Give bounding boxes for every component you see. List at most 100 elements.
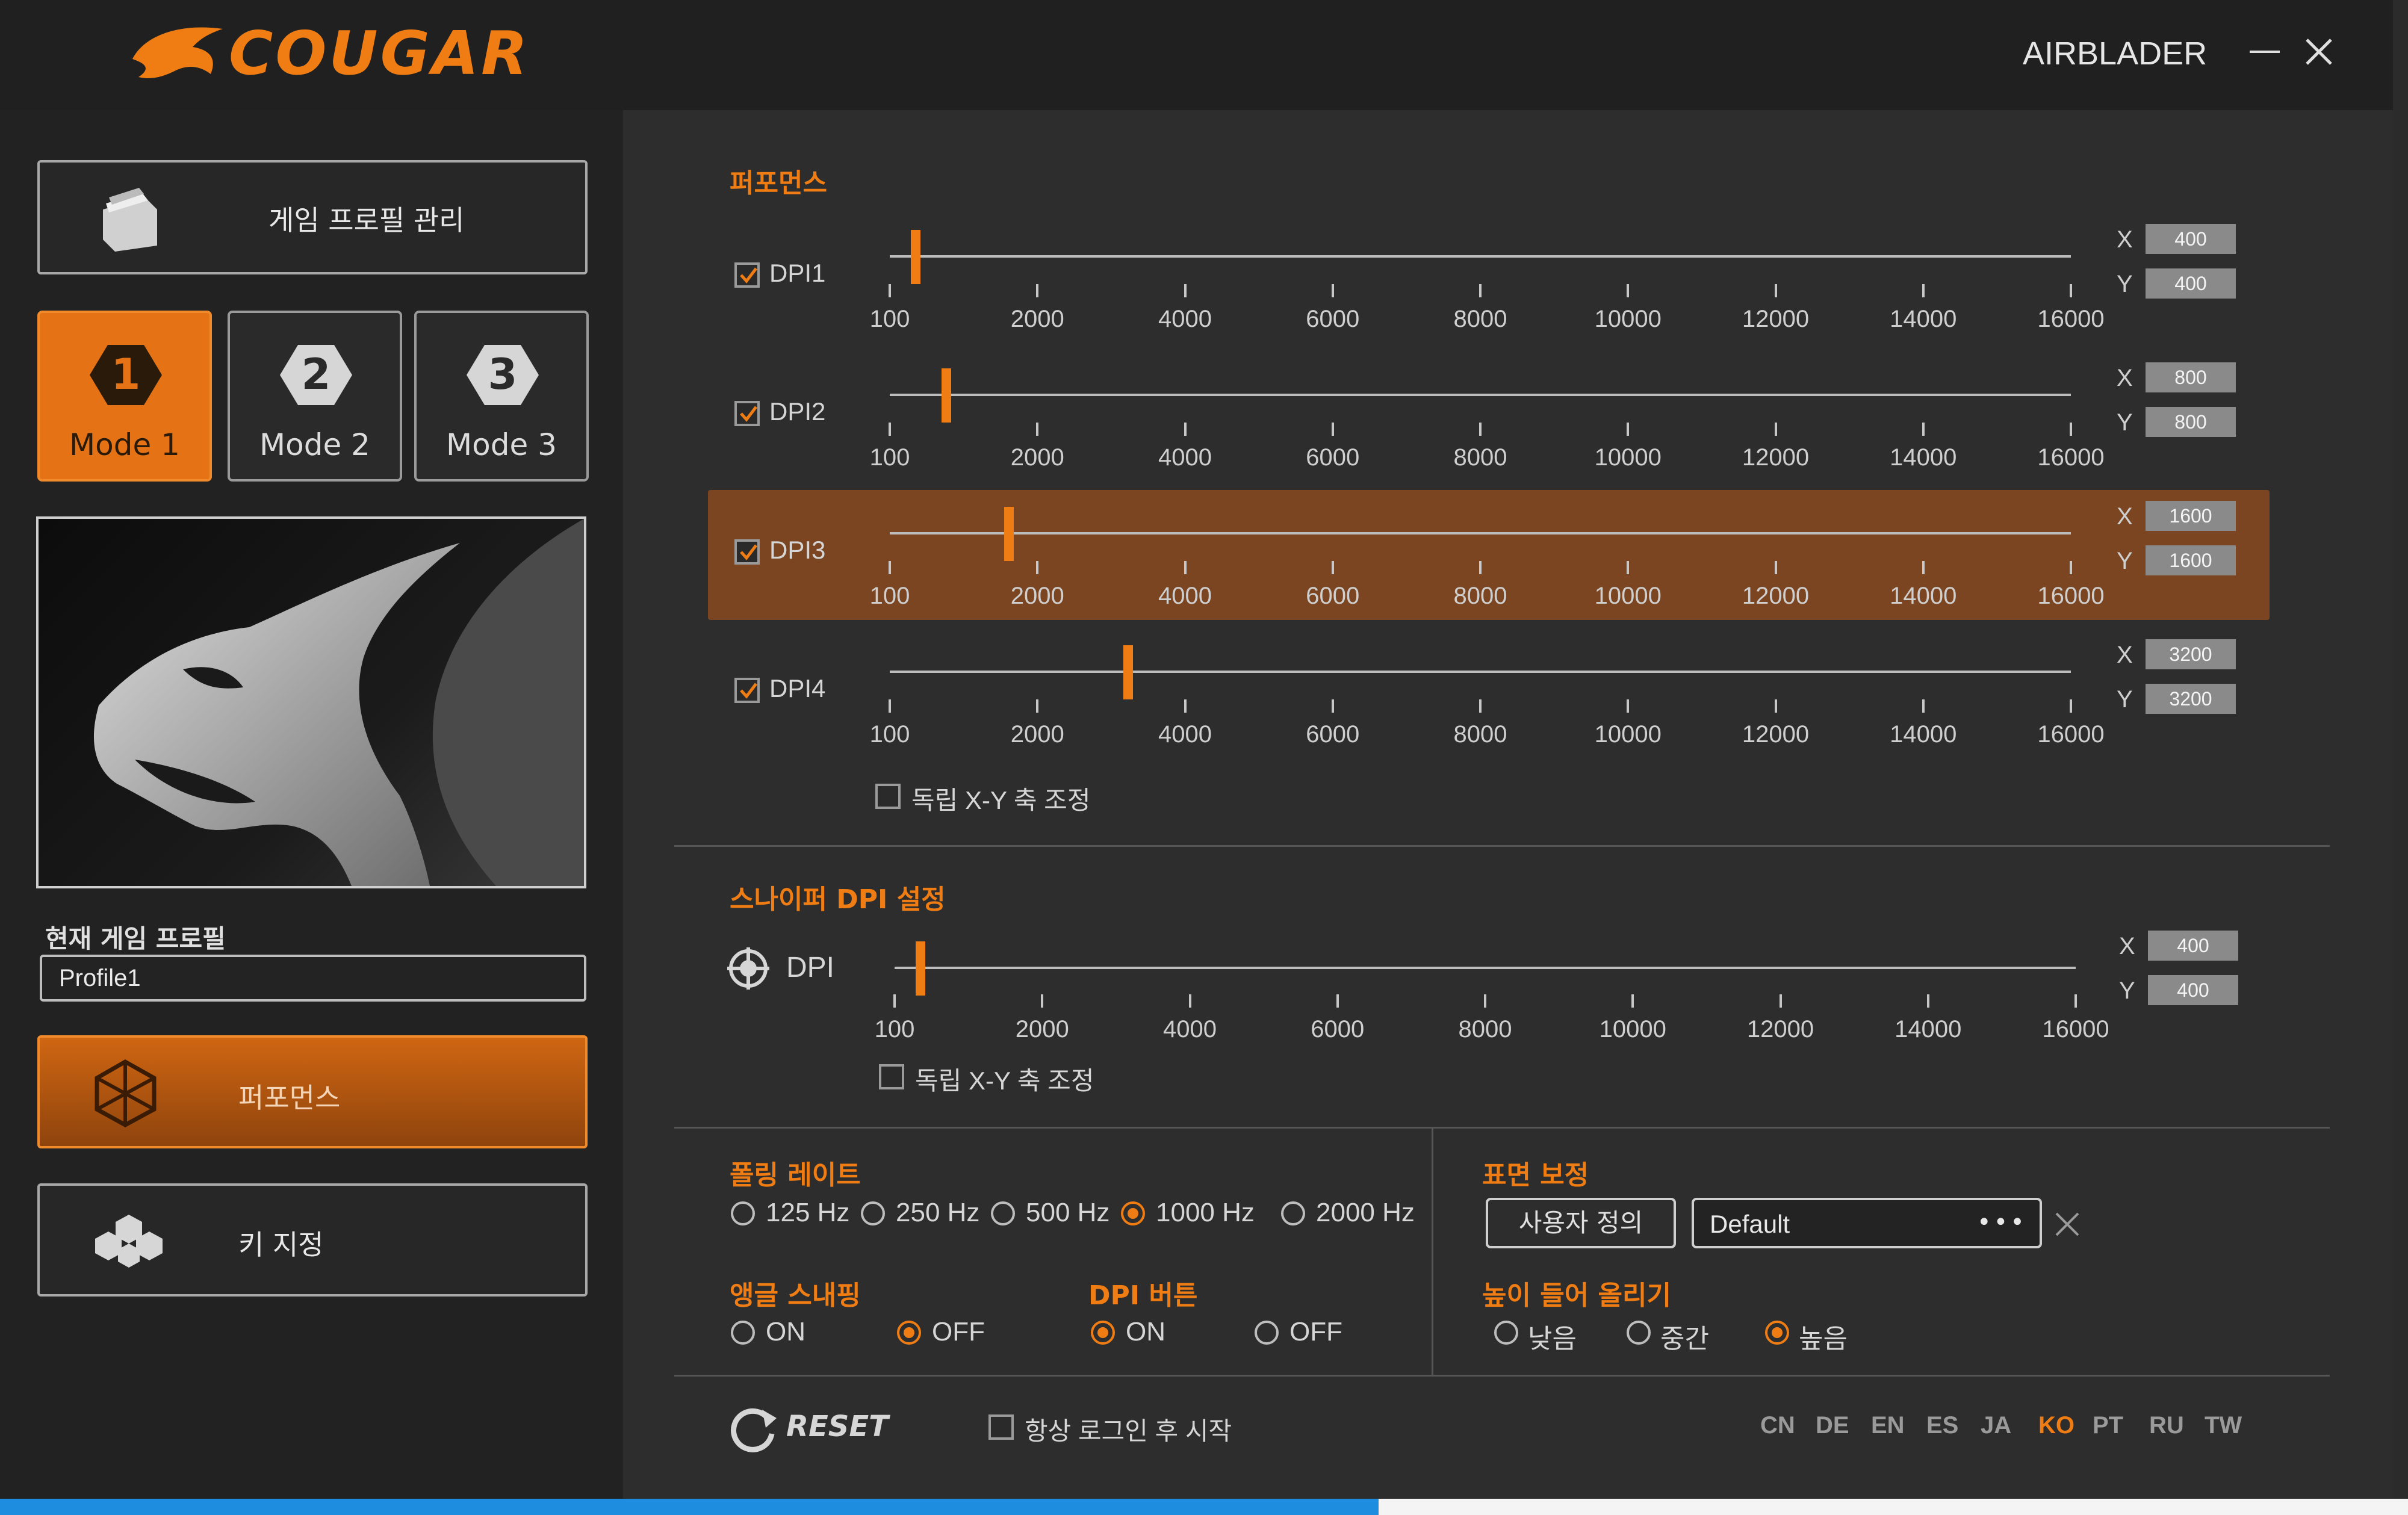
dpi3-slider-thumb[interactable] bbox=[1004, 507, 1014, 561]
dpi1-x-value[interactable]: 400 bbox=[2146, 224, 2236, 254]
profile-image bbox=[36, 516, 586, 888]
game-profile-manage-button[interactable]: 게임 프로필 관리 bbox=[37, 160, 588, 274]
surface-clear-icon[interactable] bbox=[2053, 1210, 2082, 1239]
sniper-track[interactable] bbox=[895, 967, 2076, 969]
dpi2-x-value[interactable]: 800 bbox=[2146, 362, 2236, 392]
dpi3-y-value[interactable]: 1600 bbox=[2146, 545, 2236, 575]
dpi2-tick-label: 4000 bbox=[1158, 444, 1212, 471]
sniper-y-value[interactable]: 400 bbox=[2148, 975, 2238, 1005]
dpi1-tick bbox=[1479, 284, 1482, 297]
dpi1-slider-thumb[interactable] bbox=[910, 230, 920, 284]
dpi2-tick-label: 10000 bbox=[1594, 444, 1662, 471]
dpi4-tick bbox=[1036, 699, 1039, 713]
dpi4-tick bbox=[1922, 699, 1925, 713]
cube-icon bbox=[95, 1059, 157, 1127]
performance-nav-label: 퍼포먼스 bbox=[238, 1082, 341, 1114]
dpi1-tick-label: 10000 bbox=[1594, 306, 1662, 332]
lang-pt[interactable]: PT bbox=[2093, 1412, 2123, 1439]
minimize-button[interactable] bbox=[2247, 34, 2283, 70]
lang-ko[interactable]: KO bbox=[2038, 1412, 2074, 1439]
sniper-tick-label: 6000 bbox=[1311, 1016, 1365, 1043]
sniper-slider-thumb[interactable] bbox=[915, 941, 925, 996]
dpi1-track[interactable] bbox=[890, 255, 2071, 258]
lang-cn[interactable]: CN bbox=[1760, 1412, 1795, 1439]
dpi-button-on-radio[interactable] bbox=[1091, 1321, 1115, 1345]
dpi3-track[interactable] bbox=[890, 532, 2071, 534]
dpi3-tick-label: 14000 bbox=[1890, 583, 1957, 609]
key-assign-nav-button[interactable]: 키 지정 bbox=[37, 1183, 588, 1297]
sniper-section-title: 스나이퍼 DPI 설정 bbox=[730, 884, 946, 915]
polling-label-3: 1000 Hz bbox=[1156, 1198, 1255, 1227]
sniper-tick bbox=[1631, 994, 1634, 1008]
sniper-tick-label: 12000 bbox=[1746, 1016, 1814, 1043]
reset-button[interactable]: RESET bbox=[786, 1410, 889, 1443]
mode-3-button[interactable]: 3 Mode 3 bbox=[414, 311, 589, 482]
lang-tw[interactable]: TW bbox=[2205, 1412, 2242, 1439]
polling-radio-4[interactable] bbox=[1281, 1201, 1305, 1225]
sniper-tick bbox=[893, 994, 896, 1008]
lang-de[interactable]: DE bbox=[1816, 1412, 1849, 1439]
minimize-icon bbox=[2250, 51, 2280, 53]
dpi2-tick bbox=[1922, 423, 1925, 436]
sniper-independent-xy-checkbox[interactable] bbox=[879, 1064, 904, 1089]
angle-snapping-on-radio[interactable] bbox=[731, 1321, 755, 1345]
dpi2-track[interactable] bbox=[890, 394, 2071, 396]
current-profile-input[interactable] bbox=[40, 955, 586, 1002]
close-button[interactable] bbox=[2301, 34, 2337, 70]
performance-nav-button[interactable]: 퍼포먼스 bbox=[37, 1035, 588, 1148]
custom-surface-button[interactable]: 사용자 정의 bbox=[1486, 1198, 1676, 1248]
dpi1-tick bbox=[1922, 284, 1925, 297]
polling-radio-3[interactable] bbox=[1121, 1201, 1145, 1225]
dpi1-y-value[interactable]: 400 bbox=[2146, 268, 2236, 299]
dpi3-x-value[interactable]: 1600 bbox=[2146, 501, 2236, 531]
dpi-button-title: DPI 버튼 bbox=[1088, 1280, 1198, 1311]
performance-section-title: 퍼포먼스 bbox=[730, 168, 827, 199]
dpi4-label: DPI4 bbox=[769, 674, 826, 702]
dpi2-tick-label: 8000 bbox=[1453, 444, 1507, 471]
dpi2-checkbox[interactable] bbox=[734, 401, 760, 426]
dpi2-tick bbox=[1774, 423, 1777, 436]
dpi3-tick bbox=[1922, 561, 1925, 574]
lift-off-radio-1[interactable] bbox=[1627, 1321, 1651, 1345]
dpi4-track[interactable] bbox=[890, 671, 2071, 673]
sniper-tick bbox=[1041, 994, 1044, 1008]
lang-ja[interactable]: JA bbox=[1981, 1412, 2011, 1439]
svg-text:3: 3 bbox=[488, 350, 518, 399]
key-assign-nav-label: 키 지정 bbox=[238, 1228, 324, 1261]
dpi2-slider-thumb[interactable] bbox=[942, 368, 952, 423]
mode-2-button[interactable]: 2 Mode 2 bbox=[228, 311, 402, 482]
dpi4-checkbox[interactable] bbox=[734, 678, 760, 703]
mode-1-button[interactable]: 1 Mode 1 bbox=[37, 311, 212, 482]
dpi4-tick bbox=[1774, 699, 1777, 713]
dpi4-x-value[interactable]: 3200 bbox=[2146, 639, 2236, 669]
brand-text: COUGAR bbox=[229, 18, 530, 88]
dpi4-tick-label: 100 bbox=[869, 721, 910, 748]
dpi-button-off-radio[interactable] bbox=[1255, 1321, 1279, 1345]
polling-label-1: 250 Hz bbox=[896, 1198, 980, 1227]
polling-radio-2[interactable] bbox=[991, 1201, 1015, 1225]
lift-off-radio-2[interactable] bbox=[1765, 1321, 1789, 1345]
dpi2-y-value[interactable]: 800 bbox=[2146, 407, 2236, 437]
dpi1-tick-label: 6000 bbox=[1306, 306, 1360, 332]
polling-radio-0[interactable] bbox=[731, 1201, 755, 1225]
surface-select[interactable]: Default ••• bbox=[1692, 1198, 2042, 1248]
polling-radio-1[interactable] bbox=[861, 1201, 885, 1225]
dpi1-checkbox[interactable] bbox=[734, 262, 760, 288]
lang-ru[interactable]: RU bbox=[2149, 1412, 2184, 1439]
dpi1-tick bbox=[2070, 284, 2072, 297]
angle-snapping-off-label: OFF bbox=[932, 1317, 985, 1346]
reset-icon[interactable] bbox=[727, 1402, 779, 1454]
dpi4-slider-thumb[interactable] bbox=[1123, 645, 1134, 699]
lang-en[interactable]: EN bbox=[1871, 1412, 1905, 1439]
always-start-checkbox[interactable] bbox=[988, 1414, 1014, 1440]
lift-off-radio-0[interactable] bbox=[1494, 1321, 1518, 1345]
lang-es[interactable]: ES bbox=[1926, 1412, 1958, 1439]
sniper-x-value[interactable]: 400 bbox=[2148, 931, 2238, 961]
polling-label-0: 125 Hz bbox=[766, 1198, 850, 1227]
angle-snapping-off-radio[interactable] bbox=[897, 1321, 921, 1345]
dpi3-checkbox[interactable] bbox=[734, 539, 760, 565]
angle-snapping-on-label: ON bbox=[766, 1317, 805, 1346]
dpi4-y-value[interactable]: 3200 bbox=[2146, 684, 2236, 714]
independent-xy-checkbox[interactable] bbox=[875, 784, 901, 809]
polling-label-4: 2000 Hz bbox=[1316, 1198, 1415, 1227]
